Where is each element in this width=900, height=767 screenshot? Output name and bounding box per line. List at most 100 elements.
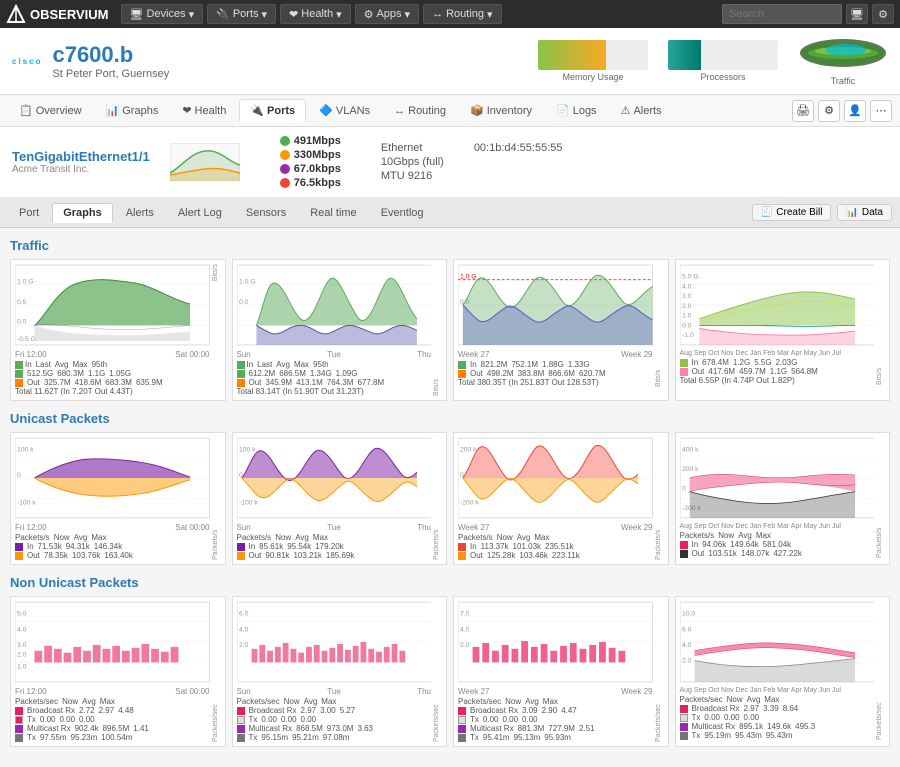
svg-text:1.0 G: 1.0 G	[460, 274, 477, 281]
cisco-logo: cisco	[12, 57, 42, 66]
svg-text:0: 0	[17, 472, 21, 479]
tab-inventory[interactable]: 📦 Inventory	[459, 99, 543, 122]
uni-2-y-label: Packets/s	[431, 437, 442, 560]
device-location: St Peter Port, Guernsey	[52, 68, 169, 80]
print-btn[interactable]: 🖨	[792, 100, 814, 122]
svg-text:-200 k: -200 k	[460, 499, 479, 506]
interface-info: Ethernet 10Gbps (full) MTU 9216 00:1b:d4…	[381, 142, 563, 182]
sub-nav-actions: 🖨 ⚙ 👤 ⋯	[792, 100, 892, 122]
tab-routing[interactable]: ↔ Routing	[383, 100, 457, 122]
unicast-section-title: Unicast Packets	[10, 411, 890, 426]
nav-routing-btn[interactable]: ↔ Routing ▾	[423, 4, 501, 24]
svg-text:0.0: 0.0	[17, 318, 27, 325]
nonuni-2-y-label: Packets/sec	[431, 601, 442, 742]
stat-in: 491Mbps	[280, 135, 341, 147]
svg-text:6.0: 6.0	[681, 626, 691, 633]
tab-graphs[interactable]: 📊 Graphs	[95, 99, 170, 122]
svg-text:6.0: 6.0	[238, 611, 248, 618]
svg-text:0.0: 0.0	[238, 299, 248, 306]
nav-health-btn[interactable]: ❤ Health ▾	[280, 4, 351, 24]
more-btn[interactable]: ⋯	[870, 100, 892, 122]
unicast-svg-2: 100 k 0 -100 k	[237, 437, 432, 519]
stat-3-dot	[280, 164, 290, 174]
device-name[interactable]: c7600.b	[52, 42, 169, 68]
nonunicast-chart-3: 7.0 4.0 2.0	[453, 596, 669, 747]
ports-icon: 🔌	[216, 8, 230, 21]
user-btn[interactable]: 👤	[844, 100, 866, 122]
stat-3-val: 67.0kbps	[294, 163, 341, 175]
tab-alerts[interactable]: ⚠ Alerts	[610, 99, 673, 122]
ethernet-type: Ethernet	[381, 142, 444, 154]
settings-icon-btn[interactable]: ⚙	[872, 4, 894, 24]
traffic-svg-1: 1.0 G 0.5 0.0 -0.5 G	[15, 264, 210, 346]
chevron-down-icon: ▾	[405, 8, 411, 21]
traffic-mini-chart: Traffic	[798, 36, 888, 86]
page-tab-alerts[interactable]: Alerts	[115, 203, 165, 223]
page-tab-realtime[interactable]: Real time	[299, 203, 367, 223]
nonunicast-svg-1: 5.0 4.0 3.0 2.0 1.0	[15, 601, 210, 683]
traffic-svg-3: 1.0 G 0.0	[458, 264, 653, 346]
tab-health[interactable]: ❤ Health	[171, 99, 237, 122]
app-name: OBSERVIUM	[30, 7, 109, 22]
tab-ports[interactable]: 🔌 Ports	[239, 99, 306, 122]
svg-text:5.0 G: 5.0 G	[681, 274, 698, 281]
processor-bar-fill	[668, 40, 701, 70]
memory-usage-chart: Memory Usage	[538, 40, 648, 82]
svg-text:2.0: 2.0	[17, 652, 27, 659]
svg-text:-0.5 G: -0.5 G	[17, 336, 36, 343]
nav-ports-btn[interactable]: 🔌 Ports ▾	[207, 4, 276, 24]
traffic-chart-2: 1.0 G 0.0 Sun Tue Thu	[232, 259, 448, 401]
page-tab-port[interactable]: Port	[8, 203, 50, 223]
svg-text:0.5: 0.5	[17, 299, 27, 306]
sub-nav: 📋 Overview 📊 Graphs ❤ Health 🔌 Ports 🔷 V…	[0, 95, 900, 127]
health-icon: ❤	[289, 8, 298, 21]
tab-logs[interactable]: 📄 Logs	[545, 99, 608, 122]
interface-name[interactable]: TenGigabitEthernet1/1	[12, 149, 150, 164]
interface-org: Acme Transit Inc.	[12, 164, 150, 175]
svg-text:-100 k: -100 k	[238, 499, 257, 506]
overview-icon: 📋	[19, 104, 33, 117]
traffic-charts-row: 1.0 G 0.5 0.0 -0.5 G Fri 12:00	[10, 259, 890, 401]
create-bill-btn[interactable]: 🧾 Create Bill	[752, 204, 832, 221]
data-btn[interactable]: 📊 Data	[837, 204, 892, 221]
app-logo[interactable]: OBSERVIUM	[6, 4, 109, 24]
tab-vlans[interactable]: 🔷 VLANs	[308, 99, 381, 122]
nonunicast-svg-2: 6.0 4.0 2.0	[237, 601, 432, 683]
traffic-label: Traffic	[798, 76, 888, 86]
svg-text:1.0 G: 1.0 G	[17, 279, 34, 286]
page-tab-eventlog[interactable]: Eventlog	[370, 203, 435, 223]
stat-out-val: 330Mbps	[294, 149, 341, 161]
stat-4: 76.5kbps	[280, 177, 341, 189]
nav-apps-btn[interactable]: ⚙ Apps ▾	[355, 4, 419, 24]
stat-4-val: 76.5kbps	[294, 177, 341, 189]
svg-text:1.0: 1.0	[17, 663, 27, 670]
traffic-1-legend: In Last Avg Max 95th 512.5G 680.3M 1.1G …	[15, 360, 210, 396]
health-tab-icon: ❤	[182, 104, 191, 117]
settings-btn[interactable]: ⚙	[818, 100, 840, 122]
navbar: OBSERVIUM 🖥 Devices ▾ 🔌 Ports ▾ ❤ Health…	[0, 0, 900, 28]
monitor-icon-btn[interactable]: 🖥	[846, 4, 868, 24]
stat-out: 330Mbps	[280, 149, 341, 161]
page-tab-alert-log[interactable]: Alert Log	[167, 203, 233, 223]
traffic-4-legend: In 678.4M 1.2G 5.5G 2.03G Out 417.6M 459…	[680, 358, 875, 385]
stat-in-val: 491Mbps	[294, 135, 341, 147]
unicast-chart-1: 100 k 0 -100 k Fri 12:00 Sat 00:00	[10, 432, 226, 565]
logs-icon: 📄	[556, 104, 570, 117]
unicast-chart-2: 100 k 0 -100 k Sun Tue Thu	[232, 432, 448, 565]
logo-icon	[6, 4, 26, 24]
nav-devices-btn[interactable]: 🖥 Devices ▾	[121, 4, 204, 24]
search-input[interactable]	[722, 4, 842, 24]
tab-overview[interactable]: 📋 Overview	[8, 99, 93, 122]
nonunicast-charts-row: 5.0 4.0 3.0 2.0 1.0	[10, 596, 890, 747]
svg-text:3.0: 3.0	[681, 293, 691, 300]
svg-text:100 k: 100 k	[238, 447, 255, 454]
alerts-icon: ⚠	[621, 104, 631, 117]
apps-icon: ⚙	[364, 8, 374, 21]
interface-name-section: TenGigabitEthernet1/1 Acme Transit Inc.	[12, 149, 150, 175]
traffic-2-legend: In Last Avg Max 95th 612.2M 686.5M 1.34G…	[237, 360, 432, 396]
page-tab-sensors[interactable]: Sensors	[235, 203, 297, 223]
svg-text:4.0: 4.0	[238, 626, 248, 633]
page-tab-graphs[interactable]: Graphs	[52, 203, 113, 223]
svg-text:10.0: 10.0	[681, 611, 694, 618]
traffic-2-x-labels: Sun Tue Thu	[237, 350, 432, 359]
